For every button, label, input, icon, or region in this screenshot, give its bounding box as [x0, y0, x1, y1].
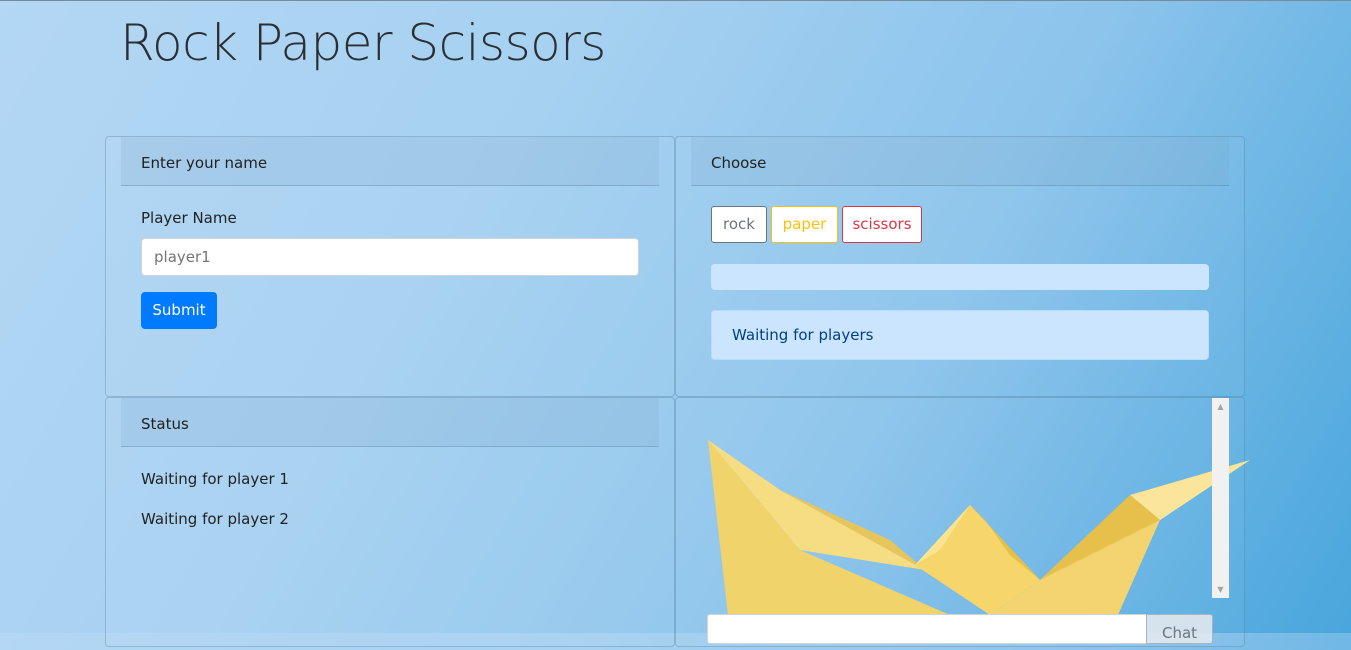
rock-button[interactable]: rock: [711, 206, 767, 243]
page-title: Rock Paper Scissors: [120, 14, 606, 72]
status-card-header: Status: [121, 398, 659, 447]
name-card-header: Enter your name: [121, 137, 659, 186]
scroll-thumb[interactable]: [1216, 418, 1225, 578]
chat-input[interactable]: [707, 614, 1147, 644]
scissors-button[interactable]: scissors: [842, 206, 922, 243]
waiting-alert: Waiting for players: [711, 310, 1209, 360]
window-top-border: [0, 0, 1351, 1]
player-name-input[interactable]: [141, 238, 639, 276]
submit-button[interactable]: Submit: [141, 292, 217, 329]
scroll-down-icon[interactable]: ▼: [1212, 581, 1229, 598]
player-name-label: Player Name: [141, 209, 237, 227]
status-player-2: Waiting for player 2: [141, 510, 289, 528]
paper-button[interactable]: paper: [771, 206, 838, 243]
chat-scrollbar[interactable]: ▲ ▼: [1212, 398, 1229, 598]
status-player-1: Waiting for player 1: [141, 470, 289, 488]
scroll-up-icon[interactable]: ▲: [1212, 398, 1229, 415]
result-bar: [711, 264, 1209, 290]
chat-send-button[interactable]: Chat: [1146, 614, 1213, 644]
choose-card-header: Choose: [691, 137, 1229, 186]
paper-boat-image: [708, 440, 1250, 633]
